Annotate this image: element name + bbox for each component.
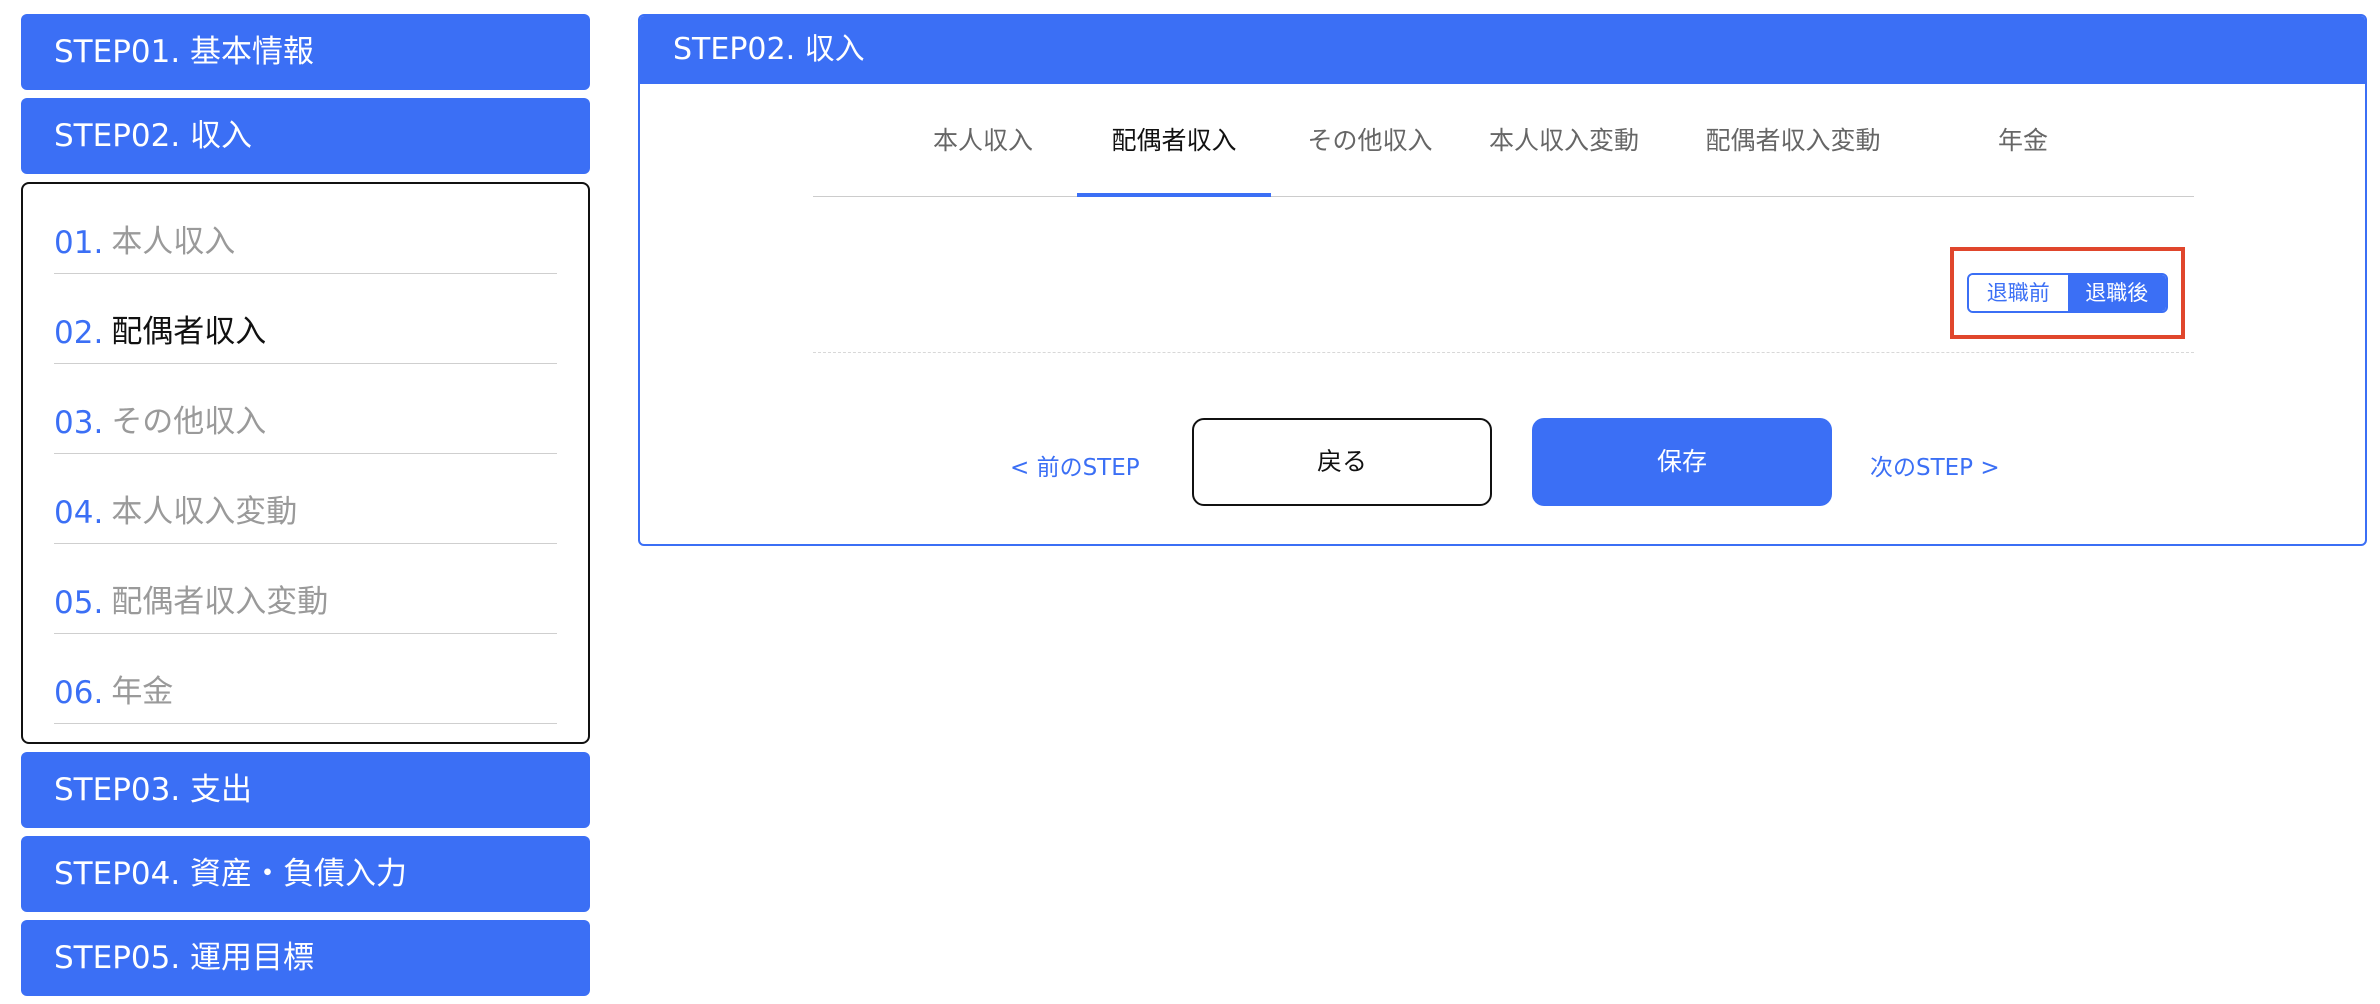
sidebar-substep-nenkin[interactable]: 06. 年金: [54, 634, 557, 724]
substep-label: 本人収入変動: [111, 494, 298, 530]
tab-honnin-hendo[interactable]: 本人収入変動: [1469, 84, 1659, 197]
save-button[interactable]: 保存: [1532, 418, 1832, 506]
substep-label: 本人収入: [111, 224, 236, 260]
sidebar-substep-honnin-hendo[interactable]: 04. 本人収入変動: [54, 454, 557, 544]
sidebar-step-01[interactable]: STEP01. 基本情報: [21, 14, 590, 90]
sidebar-step-05[interactable]: STEP05. 運用目標: [21, 920, 590, 996]
substep-number: 03.: [54, 405, 104, 441]
toggle-after-retirement[interactable]: 退職後: [2067, 275, 2166, 311]
main-panel: STEP02. 収入 本人収入 配偶者収入 その他収入 本人収入変動 配偶者収入…: [638, 14, 2367, 546]
substep-number: 02.: [54, 315, 104, 351]
sidebar-substep-honnin-shunyu[interactable]: 01. 本人収入: [54, 184, 557, 274]
substep-label: 年金: [111, 674, 174, 710]
tab-haigusha-shunyu[interactable]: 配偶者収入: [1077, 84, 1271, 197]
substep-number: 05.: [54, 585, 104, 621]
tab-honnin-shunyu[interactable]: 本人収入: [913, 84, 1053, 197]
tab-bar: 本人収入 配偶者収入 その他収入 本人収入変動 配偶者収入変動 年金: [813, 84, 2194, 197]
substep-number: 06.: [54, 675, 104, 711]
substep-number: 01.: [54, 225, 104, 261]
next-step-link[interactable]: 次のSTEP >: [1870, 448, 2000, 482]
sidebar-step-03[interactable]: STEP03. 支出: [21, 752, 590, 828]
sidebar-substep-haigusha-shunyu[interactable]: 02. 配偶者収入: [54, 274, 557, 364]
sidebar-substep-list: 01. 本人収入 02. 配偶者収入 03. その他収入 04. 本人収入変動 …: [21, 182, 590, 744]
sidebar-substep-haigusha-hendo[interactable]: 05. 配偶者収入変動: [54, 544, 557, 634]
substep-label: 配偶者収入変動: [111, 584, 329, 620]
divider: [813, 352, 2194, 353]
toggle-before-retirement[interactable]: 退職前: [1969, 275, 2068, 311]
tab-sonota-shunyu[interactable]: その他収入: [1295, 84, 1445, 197]
sidebar-step-02[interactable]: STEP02. 収入: [21, 98, 590, 174]
substep-label: 配偶者収入: [111, 314, 267, 350]
retirement-toggle: 退職前 退職後: [1967, 273, 2168, 313]
panel-title: STEP02. 収入: [640, 16, 2365, 84]
substep-label: その他収入: [111, 404, 267, 440]
tab-nenkin[interactable]: 年金: [1963, 84, 2083, 197]
sidebar-substep-sonota-shunyu[interactable]: 03. その他収入: [54, 364, 557, 454]
prev-step-link[interactable]: < 前のSTEP: [1010, 448, 1140, 482]
sidebar-step-04[interactable]: STEP04. 資産・負債入力: [21, 836, 590, 912]
sidebar: STEP01. 基本情報 STEP02. 収入 01. 本人収入 02. 配偶者…: [21, 14, 590, 1004]
back-button[interactable]: 戻る: [1192, 418, 1492, 506]
substep-number: 04.: [54, 495, 104, 531]
tab-haigusha-hendo[interactable]: 配偶者収入変動: [1683, 84, 1903, 197]
